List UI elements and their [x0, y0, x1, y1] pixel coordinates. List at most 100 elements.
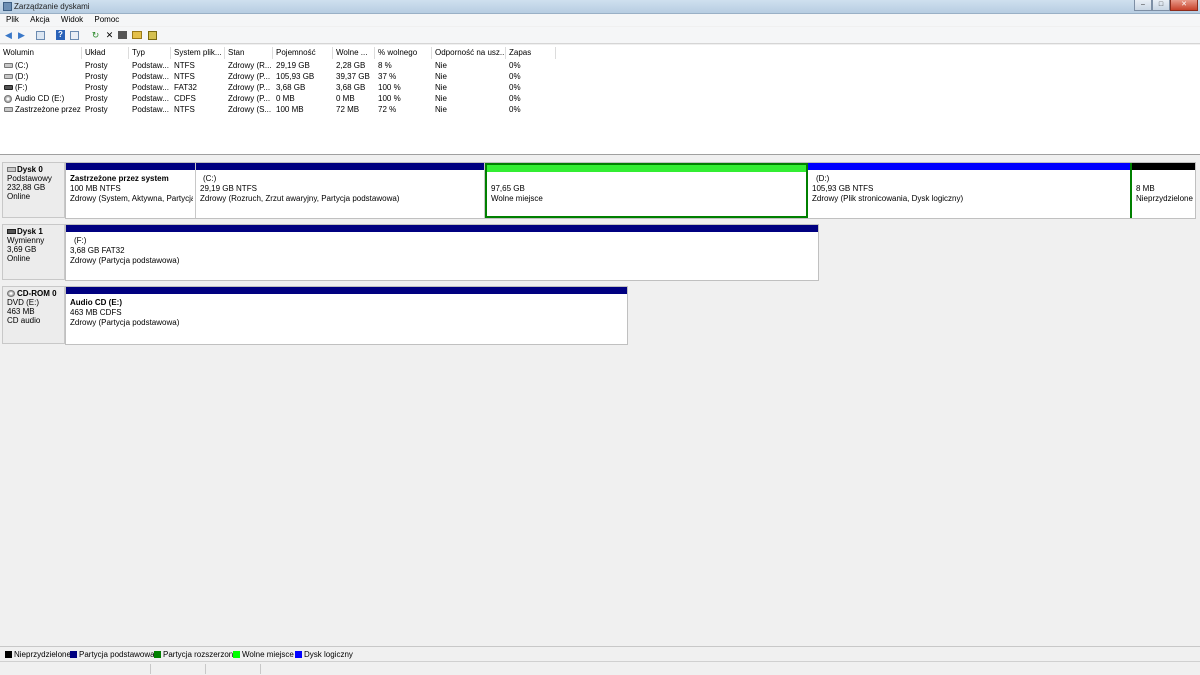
volume-cell: Nie [435, 61, 448, 70]
column-uklad[interactable]: Układ [82, 47, 129, 59]
volume-cell: Zdrowy (P... [228, 94, 271, 103]
partition-bar [66, 163, 195, 170]
legend-swatch [70, 651, 77, 658]
volume-cell: Podstaw... [132, 105, 169, 114]
toolbar: ◀ ▶ ? ↻ ✕ [0, 27, 1200, 44]
volume-cell: Nie [435, 72, 448, 81]
delete-icon[interactable]: ✕ [104, 30, 115, 41]
volume-row[interactable]: Zastrzeżone przez ...Prosty Podstaw... NTF… [0, 104, 560, 115]
status-bar [0, 661, 1200, 675]
menu-plik[interactable]: Plik [6, 14, 19, 26]
partition-unallocated[interactable]: 8 MB Nieprzydzielone [1132, 163, 1195, 218]
status-separator [260, 664, 261, 674]
column-zapas[interactable]: Zapas [506, 47, 556, 59]
partition-bar [66, 225, 818, 232]
column-odpornosc[interactable]: Odporność na usz... [432, 47, 506, 59]
partition-size: 97,65 GB [491, 184, 525, 193]
partition-f[interactable]: (F:) 3,68 GB FAT32 Zdrowy (Partycja pods… [66, 225, 818, 280]
legend-swatch [154, 651, 161, 658]
partition-title: Zastrzeżone przez system [70, 174, 169, 183]
volume-cell: Podstaw... [132, 83, 169, 92]
menu-widok[interactable]: Widok [61, 14, 83, 26]
partition-bar [66, 287, 627, 294]
disk-0-name: Dysk 0 [7, 165, 60, 174]
volume-cell: 100 % [378, 94, 401, 103]
column-wolne[interactable]: Wolne ... [333, 47, 375, 59]
column-pojemnosc[interactable]: Pojemność [273, 47, 333, 59]
volume-row[interactable]: (D:) Prosty Podstaw... NTFS Zdrowy (P... 105,… [0, 71, 560, 82]
partition-d[interactable]: (D:) 105,93 GB NTFS Zdrowy (Plik stronic… [808, 163, 1132, 218]
status-separator [205, 664, 206, 674]
maximize-button[interactable]: □ [1152, 0, 1170, 11]
column-stan[interactable]: Stan [225, 47, 273, 59]
volume-cell: 2,28 GB [336, 61, 366, 70]
volume-cell: 72 MB [336, 105, 360, 114]
title-bar: Zarządzanie dyskami – □ ✕ [0, 0, 1200, 14]
volume-cell: 100 % [378, 83, 401, 92]
partition-title: (F:) [74, 236, 87, 245]
help-icon[interactable]: ? [56, 30, 65, 40]
partition-title: (C:) [203, 174, 217, 183]
disk-0-type: Podstawowy [7, 174, 52, 183]
volume-row[interactable]: (F:) Prosty Podstaw... FAT32 Zdrowy (P... 3,6… [0, 82, 560, 93]
column-typ[interactable]: Typ [129, 47, 171, 59]
disk-1-label[interactable]: Dysk 1 Wymienny 3,69 GB Online [2, 224, 65, 280]
close-button[interactable]: ✕ [1170, 0, 1198, 11]
disk-0-partitions: Zastrzeżone przez system 100 MB NTFS Zdr… [65, 162, 1196, 219]
cdrom-0-partitions: Audio CD (E:) 463 MB CDFS Zdrowy (Partyc… [65, 286, 628, 345]
refresh-icon[interactable]: ↻ [90, 30, 101, 41]
menu-akcja[interactable]: Akcja [30, 14, 50, 26]
cd-drive-icon [4, 95, 12, 103]
disk-1-status: Online [7, 254, 31, 263]
back-arrow-icon[interactable]: ◀ [3, 30, 14, 41]
partition-bar [1132, 163, 1195, 170]
volume-cell: 39,37 GB [336, 72, 370, 81]
disk-0-size: 232,88 GB [7, 183, 46, 192]
cdrom-0-size: 463 MB [7, 307, 35, 316]
properties-icon[interactable] [70, 31, 79, 40]
console-tree-icon[interactable] [36, 31, 45, 40]
volume-cell: 0 MB [336, 94, 355, 103]
legend-label: Dysk logiczny [304, 650, 353, 659]
volume-cell: Podstaw... [132, 72, 169, 81]
cdrom-0-label[interactable]: CD-ROM 0 DVD (E:) 463 MB CD audio [2, 286, 65, 344]
disk-1-partitions: (F:) 3,68 GB FAT32 Zdrowy (Partycja pods… [65, 224, 819, 281]
volume-cell: Zdrowy (P... [228, 72, 271, 81]
partition-system-reserved[interactable]: Zastrzeżone przez system 100 MB NTFS Zdr… [66, 163, 196, 218]
partition-status: Zdrowy (Partycja podstawowa) [70, 318, 180, 327]
volume-cell: NTFS [174, 72, 195, 81]
legend-swatch [5, 651, 12, 658]
volume-cell: Zdrowy (R... [228, 61, 272, 70]
minimize-button[interactable]: – [1134, 0, 1152, 11]
column-procent-wolnego[interactable]: % wolnego [375, 47, 432, 59]
disk-0-status: Online [7, 192, 31, 201]
column-system-plikow[interactable]: System plik... [171, 47, 225, 59]
partition-bar [808, 163, 1130, 170]
volume-cell: Nie [435, 94, 448, 103]
explore-icon[interactable] [132, 31, 142, 39]
drive-icon [4, 63, 13, 68]
forward-arrow-icon[interactable]: ▶ [16, 30, 27, 41]
volume-list[interactable]: Wolumin Układ Typ System plik... Stan Po… [0, 45, 1200, 155]
cdrom-0-status: CD audio [7, 316, 41, 325]
partition-audio-cd[interactable]: Audio CD (E:) 463 MB CDFS Zdrowy (Partyc… [66, 287, 627, 344]
volume-row[interactable]: (C:) Prosty Podstaw... NTFS Zdrowy (R... 29,1… [0, 60, 560, 71]
drive-icon [4, 85, 13, 90]
partition-c[interactable]: (C:) 29,19 GB NTFS Zdrowy (Rozruch, Zrzu… [196, 163, 485, 218]
cd-drive-icon [7, 290, 15, 297]
disk-map: Dysk 0 Podstawowy 232,88 GB Online Zastr… [0, 157, 1200, 645]
volume-cell: 0 MB [276, 94, 295, 103]
disk-0-label[interactable]: Dysk 0 Podstawowy 232,88 GB Online [2, 162, 65, 218]
disk-1-size: 3,69 GB [7, 245, 37, 254]
partition-free-space[interactable]: 97,65 GB Wolne miejsce [485, 163, 808, 218]
volume-row[interactable]: Audio CD (E:) Prosty Podstaw... CDFS Zdrowy … [0, 93, 560, 104]
disk-1-name-text: Dysk 1 [17, 227, 43, 236]
menu-pomoc[interactable]: Pomoc [94, 14, 119, 26]
open-icon[interactable] [118, 31, 127, 39]
partition-size: 105,93 GB NTFS [812, 184, 874, 193]
column-wolumin[interactable]: Wolumin [0, 47, 82, 59]
disk-1-name: Dysk 1 [7, 227, 60, 236]
window-title: Zarządzanie dyskami [14, 2, 90, 11]
wizard-icon[interactable] [148, 31, 157, 40]
volume-cell: NTFS [174, 105, 195, 114]
